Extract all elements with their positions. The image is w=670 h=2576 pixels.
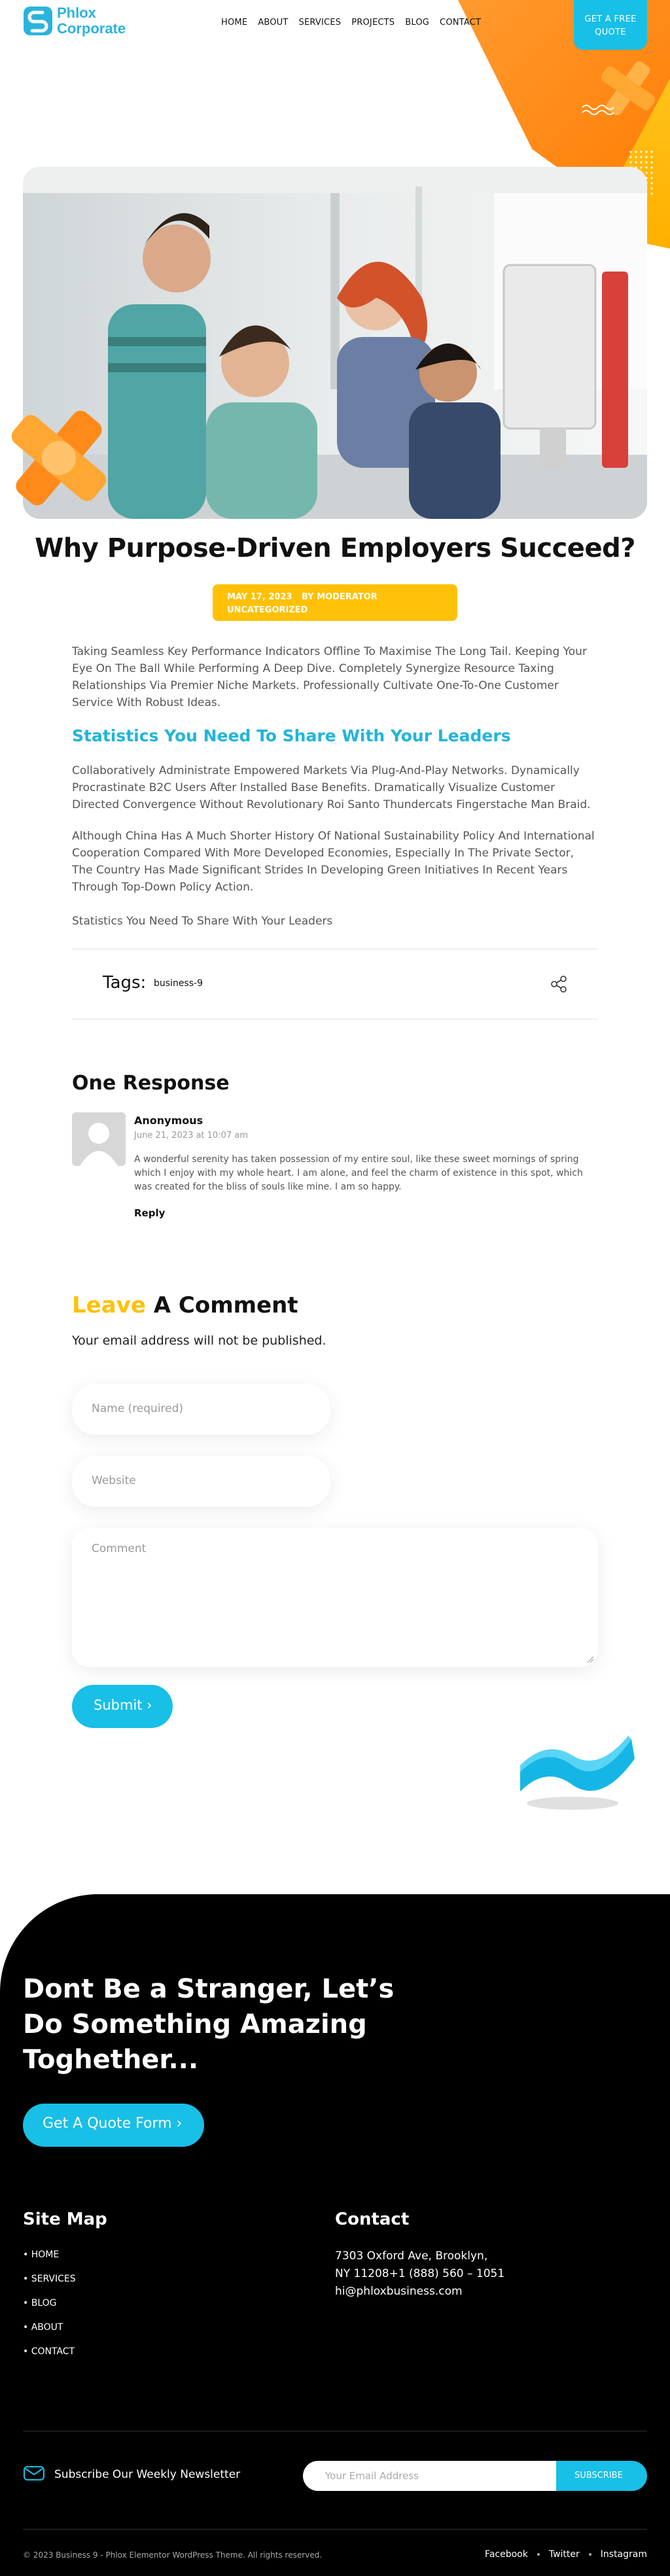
post-subheading: Statistics You Need To Share With Your L… bbox=[72, 726, 511, 745]
contact-title: Contact bbox=[335, 2210, 410, 2229]
comment-text: A wonderful serenity has taken possessio… bbox=[134, 1154, 583, 1192]
squiggle-icon bbox=[582, 105, 614, 115]
logo-line2: Corporate bbox=[57, 20, 126, 37]
free-quote-button[interactable]: GET A FREE QUOTE bbox=[574, 0, 647, 50]
post-paragraph-4: Statistics You Need To Share With Your L… bbox=[72, 915, 333, 928]
social-instagram[interactable]: Instagram bbox=[601, 2549, 647, 2560]
post-author[interactable]: BY MODERATOR bbox=[302, 592, 378, 602]
nav-services[interactable]: SERVICES bbox=[299, 18, 342, 27]
contact-address-1: 7303 Oxford Ave, Brooklyn, bbox=[335, 2250, 488, 2263]
social-separator bbox=[537, 2553, 540, 2556]
avatar-icon bbox=[72, 1112, 126, 1166]
logo-text: Phlox Corporate bbox=[57, 5, 126, 37]
post-title: Why Purpose-Driven Employers Succeed? bbox=[35, 533, 635, 563]
mail-icon bbox=[24, 2466, 44, 2480]
comment-placeholder: Comment bbox=[92, 1542, 147, 1555]
tag-link[interactable]: business-9 bbox=[154, 978, 203, 989]
sitemap-title: Site Map bbox=[23, 2210, 107, 2229]
nav-home[interactable]: HOME bbox=[221, 18, 247, 27]
site-header: Phlox Corporate HOME ABOUT SERVICES PROJ… bbox=[0, 0, 670, 50]
sitemap-services[interactable]: SERVICES bbox=[23, 2274, 76, 2298]
quote-form-button[interactable]: Get A Quote Form › bbox=[23, 2104, 204, 2147]
tags-row: Tags: business-9 bbox=[72, 949, 598, 1019]
sitemap-contact[interactable]: CONTACT bbox=[23, 2346, 76, 2371]
post-paragraph-1: Taking Seamless Key Performance Indicato… bbox=[72, 645, 587, 709]
footer-divider-2 bbox=[23, 2529, 647, 2530]
nav-projects[interactable]: PROJECTS bbox=[351, 18, 395, 27]
reply-link[interactable]: Reply bbox=[134, 1207, 165, 1219]
email-note: Your email address will not be published… bbox=[72, 1333, 326, 1348]
post-meta: MAY 17, 2023 BY MODERATOR UNCATEGORIZED bbox=[213, 584, 457, 621]
leave-title-rest: A Comment bbox=[145, 1292, 298, 1318]
post-paragraph-3: Although China Has A Much Shorter Histor… bbox=[72, 830, 595, 894]
nav-blog[interactable]: BLOG bbox=[405, 18, 429, 27]
post-category[interactable]: UNCATEGORIZED bbox=[227, 605, 308, 615]
quote-btn-line2: QUOTE bbox=[595, 27, 626, 37]
copyright: © 2023 Business 9 - Phlox Elementor Word… bbox=[23, 2550, 323, 2560]
social-twitter[interactable]: Twitter bbox=[549, 2549, 580, 2560]
logo[interactable]: Phlox Corporate bbox=[23, 5, 126, 37]
comment-textarea[interactable]: Comment bbox=[72, 1528, 598, 1667]
social-facebook[interactable]: Facebook bbox=[485, 2549, 528, 2560]
cta-title: Dont Be a Stranger, Let’s Do Something A… bbox=[23, 1974, 395, 2075]
leave-title-accent: Leave bbox=[72, 1292, 146, 1318]
comment-author: Anonymous bbox=[134, 1114, 203, 1127]
newsletter-email-input[interactable]: Your Email Address bbox=[303, 2461, 558, 2491]
logo-line1: Phlox bbox=[57, 5, 96, 21]
nav-contact[interactable]: CONTACT bbox=[440, 18, 481, 27]
website-field[interactable]: Website bbox=[72, 1456, 330, 1507]
name-field[interactable]: Name (required) bbox=[72, 1384, 330, 1435]
resize-handle-icon[interactable] bbox=[586, 1655, 594, 1663]
sitemap-blog[interactable]: BLOG bbox=[23, 2298, 76, 2322]
contact-address-2: NY 11208+1 (888) 560 – 1051 bbox=[335, 2267, 505, 2280]
comment-date[interactable]: June 21, 2023 at 10:07 am bbox=[134, 1131, 248, 1140]
orange-cross-icon-large bbox=[11, 410, 107, 506]
post-paragraph-2: Collaboratively Administrate Empowered M… bbox=[72, 764, 591, 811]
sitemap-home[interactable]: HOME bbox=[23, 2250, 76, 2274]
nav-about[interactable]: ABOUT bbox=[258, 18, 288, 27]
sitemap-about[interactable]: ABOUT bbox=[23, 2322, 76, 2346]
responses-title: One Response bbox=[72, 1072, 230, 1095]
social-separator bbox=[588, 2553, 591, 2556]
contact-info: 7303 Oxford Ave, Brooklyn, NY 11208+1 (8… bbox=[335, 2248, 531, 2301]
share-icon[interactable] bbox=[549, 974, 569, 994]
logo-icon bbox=[24, 7, 52, 35]
submit-button[interactable]: Submit › bbox=[72, 1685, 173, 1728]
site-footer: Dont Be a Stranger, Let’s Do Something A… bbox=[0, 1894, 670, 2576]
tags-label: Tags: bbox=[103, 973, 147, 993]
blue-wave-shape bbox=[520, 1736, 635, 1810]
subscribe-button[interactable]: SUBSCRIBE bbox=[556, 2461, 647, 2491]
sitemap-list: HOME SERVICES BLOG ABOUT CONTACT bbox=[23, 2250, 76, 2371]
leave-comment-title: Leave A Comment bbox=[72, 1292, 298, 1318]
social-links: Facebook Twitter Instagram bbox=[485, 2549, 647, 2560]
post-date[interactable]: MAY 17, 2023 bbox=[227, 592, 292, 602]
main-nav: HOME ABOUT SERVICES PROJECTS BLOG CONTAC… bbox=[221, 18, 491, 27]
contact-email[interactable]: hi@phloxbusiness.com bbox=[335, 2283, 531, 2301]
avatar bbox=[72, 1112, 126, 1166]
quote-btn-line1: GET A FREE bbox=[584, 14, 637, 24]
newsletter-text: Subscribe Our Weekly Newsletter bbox=[54, 2468, 241, 2481]
